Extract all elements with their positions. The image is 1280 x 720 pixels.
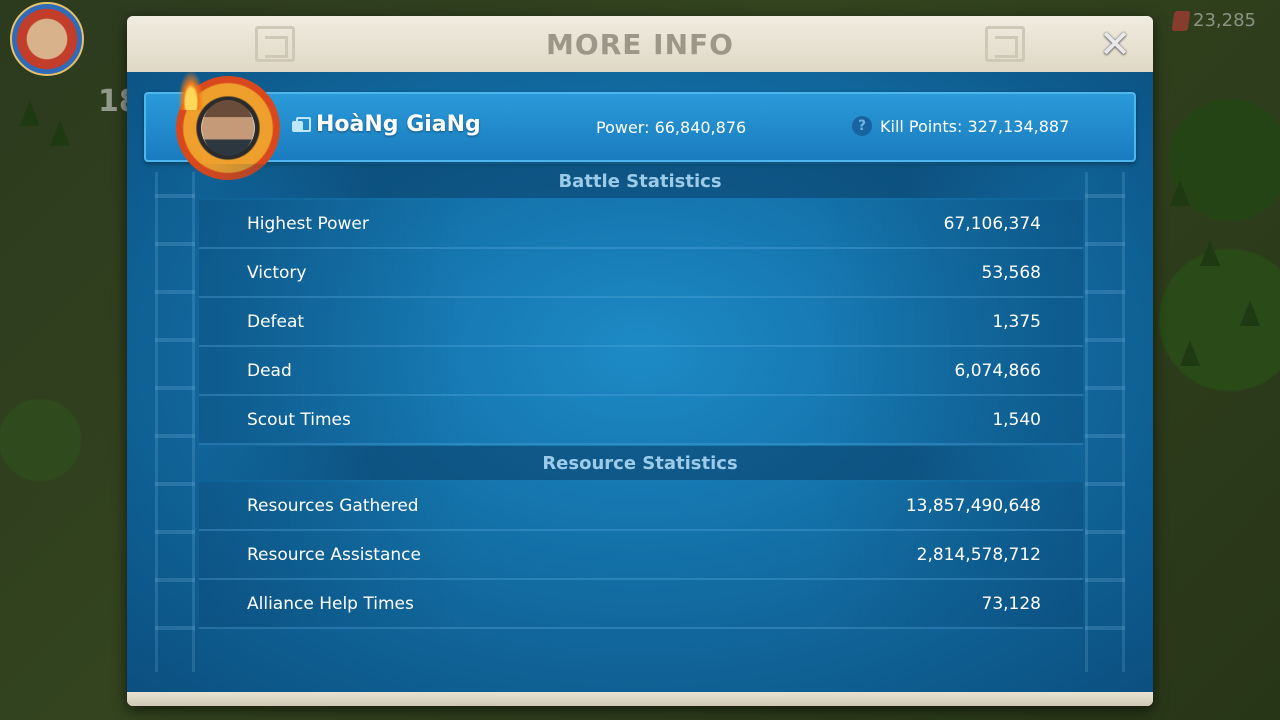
hud-gems: 23,285 [1171, 10, 1256, 31]
stat-label: Victory [247, 262, 307, 283]
help-icon[interactable]: ? [852, 116, 872, 136]
stat-label: Resource Assistance [247, 544, 421, 565]
battle-statistics-header: Battle Statistics [195, 164, 1085, 198]
stat-value: 53,568 [981, 262, 1041, 283]
tree [1240, 300, 1260, 326]
stat-row-alliance-help-times: Alliance Help Times 73,128 [199, 580, 1083, 629]
stat-row-victory: Victory 53,568 [199, 249, 1083, 298]
gems-count: 23,285 [1193, 10, 1256, 31]
player-avatar-image [202, 100, 254, 156]
modal-title: MORE INFO [546, 27, 734, 61]
more-info-modal: MORE INFO ✕ HoàNg GiaNg Power: 66,840,87… [127, 16, 1153, 706]
stat-row-defeat: Defeat 1,375 [199, 298, 1083, 347]
copy-icon[interactable] [292, 116, 311, 133]
border-ornament-right [1085, 172, 1125, 672]
stat-row-scout-times: Scout Times 1,540 [199, 396, 1083, 445]
close-icon: ✕ [1099, 22, 1131, 66]
stat-label: Dead [247, 360, 292, 381]
tree [1170, 180, 1190, 206]
stat-value: 67,106,374 [943, 213, 1041, 234]
tree [50, 120, 70, 146]
modal-header: MORE INFO ✕ [127, 16, 1153, 72]
stat-row-dead: Dead 6,074,866 [199, 347, 1083, 396]
kill-points: Kill Points: 327,134,887 [880, 116, 1070, 136]
title-ornament-left [255, 26, 295, 62]
stat-label: Alliance Help Times [247, 593, 414, 614]
stat-value: 73,128 [981, 593, 1041, 614]
tree [1180, 340, 1200, 366]
player-name-group: HoàNg GiaNg [292, 112, 481, 137]
border-ornament-left [155, 172, 195, 672]
title-ornament-right [985, 26, 1025, 62]
avatar-frame-flame [178, 72, 204, 110]
stat-row-resource-assistance: Resource Assistance 2,814,578,712 [199, 531, 1083, 580]
player-name: HoàNg GiaNg [316, 112, 481, 137]
tree [1200, 240, 1220, 266]
gem-icon [1171, 10, 1191, 31]
stat-value: 2,814,578,712 [916, 544, 1041, 565]
stat-label: Defeat [247, 311, 305, 332]
tree [20, 100, 40, 126]
stat-value: 6,074,866 [954, 360, 1041, 381]
stat-row-resources-gathered: Resources Gathered 13,857,490,648 [199, 482, 1083, 531]
modal-footer [127, 692, 1153, 706]
stat-value: 1,540 [992, 409, 1041, 430]
player-summary-bar: HoàNg GiaNg Power: 66,840,876 ? Kill Poi… [144, 72, 1136, 180]
player-power: Power: 66,840,876 [596, 118, 747, 137]
kill-points-group: ? Kill Points: 327,134,887 [852, 116, 1069, 136]
stat-label: Highest Power [247, 213, 369, 234]
stat-row-highest-power: Highest Power 67,106,374 [199, 200, 1083, 249]
resource-statistics-header: Resource Statistics [195, 446, 1085, 480]
stat-label: Resources Gathered [247, 495, 419, 516]
hud-player-avatar[interactable] [10, 2, 84, 76]
modal-body: HoàNg GiaNg Power: 66,840,876 ? Kill Poi… [127, 72, 1153, 692]
stat-value: 1,375 [992, 311, 1041, 332]
stat-value: 13,857,490,648 [905, 495, 1041, 516]
stat-label: Scout Times [247, 409, 351, 430]
close-button[interactable]: ✕ [1093, 22, 1137, 66]
